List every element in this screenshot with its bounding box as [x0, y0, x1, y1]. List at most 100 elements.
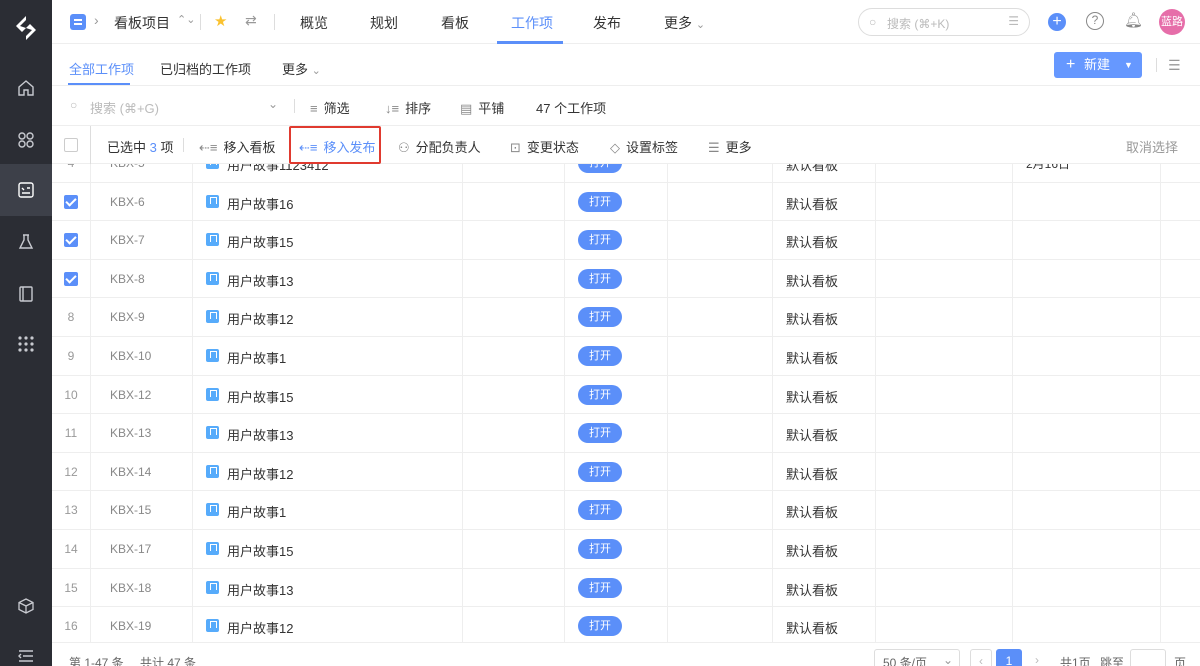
- work-item-search-input[interactable]: 搜索 (⌘+G): [90, 98, 159, 117]
- work-item-id: KBX-15: [110, 503, 152, 518]
- filter-icon[interactable]: ☰: [1008, 14, 1019, 28]
- row-number: 12: [64, 464, 78, 479]
- status-badge[interactable]: 打开: [578, 384, 622, 405]
- cube-icon[interactable]: [0, 580, 52, 632]
- user-story-icon: [206, 164, 219, 169]
- project-switch-icon[interactable]: ⌃⌄: [177, 13, 195, 26]
- table-row[interactable]: 10 KBX-12 用户故事15 打开 默认看板: [52, 376, 1200, 415]
- next-page-button[interactable]: ›: [1026, 649, 1048, 666]
- chevron-down-icon[interactable]: ⌄: [268, 97, 278, 111]
- page-size-select[interactable]: 50 条/页 ⌄: [874, 649, 960, 666]
- new-button[interactable]: + 新建 ▼: [1054, 52, 1142, 78]
- status-badge[interactable]: 打开: [578, 539, 622, 559]
- status-badge[interactable]: 打开: [578, 346, 622, 366]
- jump-page-input[interactable]: [1130, 649, 1166, 666]
- divider: [1156, 58, 1157, 72]
- selected-suffix: 项: [160, 140, 174, 155]
- star-icon[interactable]: ★: [214, 12, 227, 30]
- work-item-title[interactable]: 用户故事1: [227, 348, 286, 367]
- work-item-title[interactable]: 用户故事15: [227, 232, 293, 251]
- bell-icon[interactable]: 🔔︎: [1124, 11, 1143, 29]
- row-checkbox[interactable]: [64, 233, 78, 248]
- status-badge[interactable]: 打开: [578, 164, 622, 173]
- assign-owner-button[interactable]: ⚇ 分配负责人: [398, 137, 481, 156]
- layout-button[interactable]: ▤ 平铺: [460, 98, 504, 117]
- work-item-title[interactable]: 用户故事12: [227, 464, 293, 483]
- status-badge[interactable]: 打开: [578, 307, 622, 328]
- workspace-icon[interactable]: [0, 114, 52, 166]
- work-item-title[interactable]: 用户故事15: [227, 541, 293, 560]
- work-item-title[interactable]: 用户故事13: [227, 425, 293, 444]
- status-badge[interactable]: 打开: [578, 500, 622, 521]
- row-checkbox[interactable]: [64, 271, 78, 286]
- prev-page-button[interactable]: ‹: [970, 649, 992, 666]
- tab-more[interactable]: 更多 ⌄: [664, 13, 705, 33]
- work-item-title[interactable]: 用户故事13: [227, 271, 293, 290]
- tab-release[interactable]: 发布: [593, 13, 621, 33]
- status-badge[interactable]: 打开: [578, 423, 622, 444]
- status-badge[interactable]: 打开: [578, 577, 622, 598]
- app-logo-icon[interactable]: [12, 14, 40, 42]
- home-icon[interactable]: [0, 62, 52, 114]
- set-tag-button[interactable]: ◇ 设置标签: [610, 137, 678, 156]
- tab-planning[interactable]: 规划: [370, 13, 398, 33]
- table-row[interactable]: KBX-8 用户故事13 打开 默认看板: [52, 260, 1200, 299]
- project-name[interactable]: 看板项目: [114, 13, 170, 33]
- collapse-menu-icon[interactable]: [0, 630, 52, 666]
- work-item-title[interactable]: 用户故事1123412: [227, 164, 329, 174]
- subtab-all-work-items[interactable]: 全部工作项: [69, 59, 134, 78]
- table-row[interactable]: 4 KBX-5 用户故事1123412 打开 默认看板 2月16日: [52, 164, 1200, 183]
- status-badge[interactable]: 打开: [578, 230, 622, 251]
- tab-overview[interactable]: 概览: [300, 13, 328, 33]
- status-badge[interactable]: 打开: [578, 191, 622, 212]
- work-item-title[interactable]: 用户故事1: [227, 502, 286, 521]
- table-row[interactable]: 16 KBX-19 用户故事12 打开 默认看板: [52, 607, 1200, 642]
- work-item-title[interactable]: 用户故事12: [227, 618, 293, 637]
- subtab-more[interactable]: 更多 ⌄: [282, 59, 321, 78]
- work-item-id: KBX-8: [110, 271, 145, 286]
- table-row[interactable]: 14 KBX-17 用户故事15 打开 默认看板: [52, 530, 1200, 569]
- more-actions-button[interactable]: ☰ 更多: [708, 137, 752, 156]
- list-view-icon[interactable]: ☰: [1168, 57, 1181, 74]
- table-row[interactable]: 12 KBX-14 用户故事12 打开 默认看板: [52, 453, 1200, 492]
- wiki-book-icon[interactable]: [0, 268, 52, 320]
- user-story-icon: [206, 426, 219, 440]
- work-item-id: KBX-13: [110, 426, 152, 441]
- project-icon[interactable]: [0, 164, 52, 216]
- table-row[interactable]: KBX-7 用户故事15 打开 默认看板: [52, 221, 1200, 260]
- status-badge[interactable]: 打开: [578, 461, 622, 482]
- user-story-icon: [206, 464, 219, 478]
- table-row[interactable]: 8 KBX-9 用户故事12 打开 默认看板: [52, 298, 1200, 337]
- current-page[interactable]: 1: [996, 649, 1022, 666]
- add-circle-icon[interactable]: +: [1048, 13, 1066, 31]
- move-to-board-button[interactable]: ⇠≡ 移入看板: [199, 137, 276, 156]
- table-row[interactable]: 9 KBX-10 用户故事1 打开 默认看板: [52, 337, 1200, 376]
- tab-board[interactable]: 看板: [441, 13, 469, 33]
- change-status-button[interactable]: ⊡ 变更状态: [510, 137, 579, 156]
- work-item-id: KBX-17: [110, 542, 152, 556]
- apps-grid-icon[interactable]: [0, 318, 52, 370]
- work-item-title[interactable]: 用户故事12: [227, 309, 293, 328]
- user-story-icon: [206, 503, 219, 517]
- work-item-title[interactable]: 用户故事13: [227, 580, 293, 599]
- work-item-title[interactable]: 用户故事16: [227, 194, 293, 213]
- avatar[interactable]: 蓝路: [1159, 9, 1185, 35]
- table-row[interactable]: 15 KBX-18 用户故事13 打开 默认看板: [52, 569, 1200, 608]
- table-row[interactable]: 13 KBX-15 用户故事1 打开 默认看板: [52, 491, 1200, 530]
- filter-button[interactable]: ≡ 筛选: [310, 98, 350, 117]
- help-icon[interactable]: ?: [1086, 12, 1104, 30]
- table-row[interactable]: 11 KBX-13 用户故事13 打开 默认看板: [52, 414, 1200, 453]
- swap-icon[interactable]: ⇄: [245, 12, 257, 29]
- select-all-checkbox[interactable]: [64, 138, 78, 152]
- cancel-selection-button[interactable]: 取消选择: [1126, 137, 1178, 156]
- sort-button[interactable]: ↓≡ 排序: [385, 98, 431, 117]
- tab-work-items[interactable]: 工作项: [511, 13, 553, 33]
- table-row[interactable]: KBX-6 用户故事16 打开 默认看板: [52, 183, 1200, 222]
- testing-flask-icon[interactable]: [0, 216, 52, 268]
- status-badge[interactable]: 打开: [578, 616, 622, 637]
- status-badge[interactable]: 打开: [578, 268, 622, 289]
- subtab-archived[interactable]: 已归档的工作项: [160, 59, 251, 78]
- work-item-title[interactable]: 用户故事15: [227, 387, 293, 406]
- global-search-input[interactable]: ○ 搜索 (⌘+K) ☰: [858, 8, 1030, 36]
- row-checkbox[interactable]: [64, 194, 78, 209]
